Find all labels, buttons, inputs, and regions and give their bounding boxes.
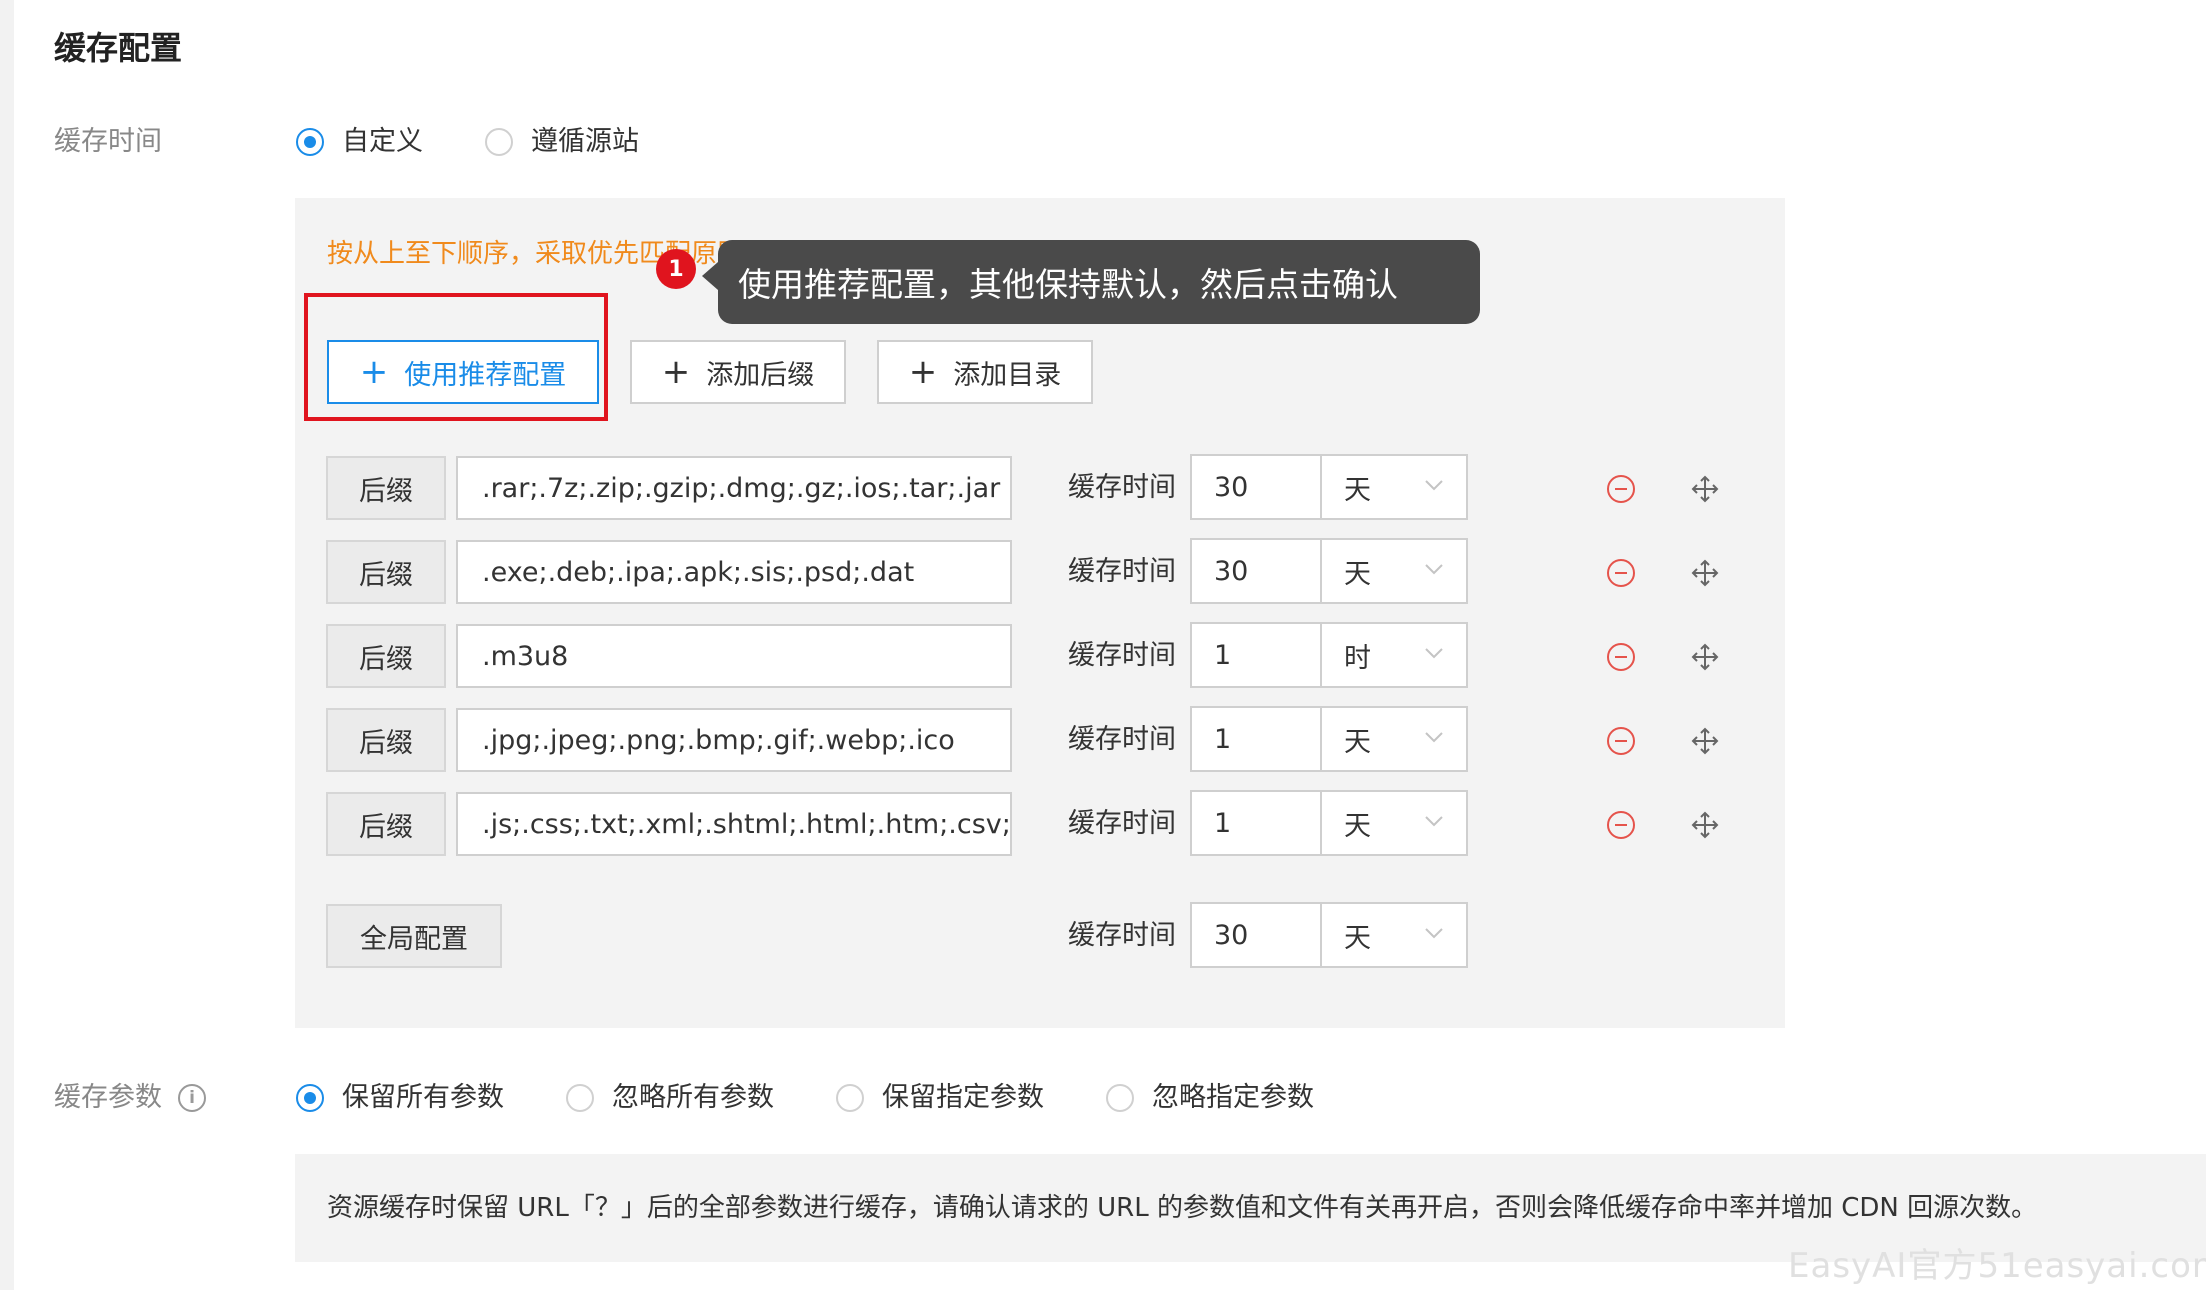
remove-circle-icon[interactable] — [1606, 810, 1636, 840]
cache-amount-input[interactable]: 1 — [1190, 790, 1322, 856]
guide-tooltip: 使用推荐配置，其他保持默认，然后点击确认 — [702, 240, 1480, 324]
radio-keep-specified-params[interactable]: 保留指定参数 — [836, 1078, 1044, 1118]
step-badge: 1 — [656, 249, 696, 289]
cache-unit-value: 天 — [1344, 810, 1371, 842]
remove-circle-icon[interactable] — [1606, 726, 1636, 756]
radio-ignore-specified-circle[interactable] — [1106, 1084, 1134, 1112]
cache-amount-input[interactable]: 1 — [1190, 706, 1322, 772]
rule-type-tag[interactable]: 后缀 — [326, 624, 446, 688]
rule-row: 后缀 .rar;.7z;.zip;.gzip;.dmg;.gz;.ios;.ta… — [326, 454, 1756, 522]
rule-time-label: 缓存时间 — [1068, 556, 1176, 587]
cache-unit-select[interactable]: 天 — [1320, 706, 1468, 772]
radio-custom-label: 自定义 — [342, 126, 423, 157]
global-time-label: 缓存时间 — [1068, 920, 1176, 951]
guide-tooltip-text: 使用推荐配置，其他保持默认，然后点击确认 — [738, 265, 1398, 304]
plus-icon: + — [908, 352, 938, 392]
cache-amount-input[interactable]: 30 — [1190, 538, 1322, 604]
chevron-down-icon — [1425, 732, 1443, 743]
move-handle-icon[interactable] — [1690, 474, 1720, 504]
plus-icon: + — [661, 352, 691, 392]
radio-follow-origin[interactable]: 遵循源站 — [485, 122, 639, 162]
cache-unit-select[interactable]: 时 — [1320, 622, 1468, 688]
left-edge-strip — [0, 0, 14, 1290]
move-handle-icon[interactable] — [1690, 810, 1720, 840]
params-description: 资源缓存时保留 URL「？」后的全部参数进行缓存，请确认请求的 URL 的参数值… — [327, 1193, 2038, 1223]
rule-time-label: 缓存时间 — [1068, 640, 1176, 671]
radio-keep-specified-circle[interactable] — [836, 1084, 864, 1112]
rule-row: 后缀 .exe;.deb;.ipa;.apk;.sis;.psd;.dat 缓存… — [326, 538, 1756, 606]
chevron-down-icon — [1425, 928, 1443, 939]
info-icon[interactable]: i — [178, 1084, 206, 1112]
radio-ignore-all-params[interactable]: 忽略所有参数 — [566, 1078, 774, 1118]
cache-params-label-group: 缓存参数 i — [54, 1078, 206, 1118]
radio-follow-origin-label: 遵循源站 — [531, 126, 639, 157]
cache-unit-value: 天 — [1344, 474, 1371, 506]
radio-custom-circle[interactable] — [296, 128, 324, 156]
radio-keep-specified-label: 保留指定参数 — [882, 1082, 1044, 1113]
suffix-input[interactable]: .js;.css;.txt;.xml;.shtml;.html;.htm;.cs… — [456, 792, 1012, 856]
chevron-down-icon — [1425, 648, 1443, 659]
watermark: EasyAI官方51easyai.com — [1788, 1246, 2206, 1286]
rule-type-tag[interactable]: 后缀 — [326, 456, 446, 520]
section-title: 缓存配置 — [54, 29, 183, 67]
highlight-box — [304, 293, 608, 421]
cache-unit-select[interactable]: 天 — [1320, 790, 1468, 856]
move-handle-icon[interactable] — [1690, 726, 1720, 756]
rule-time-label: 缓存时间 — [1068, 724, 1176, 755]
rule-time-label: 缓存时间 — [1068, 472, 1176, 503]
add-directory-label: 添加目录 — [953, 359, 1062, 391]
rule-row: 后缀 .jpg;.jpeg;.png;.bmp;.gif;.webp;.ico … — [326, 706, 1756, 774]
remove-circle-icon[interactable] — [1606, 474, 1636, 504]
cache-unit-select[interactable]: 天 — [1320, 454, 1468, 520]
global-config-button[interactable]: 全局配置 — [326, 904, 502, 968]
global-amount-input[interactable]: 30 — [1190, 902, 1322, 968]
rule-row: 后缀 .m3u8 缓存时间 1 时 — [326, 622, 1756, 690]
move-handle-icon[interactable] — [1690, 642, 1720, 672]
radio-ignore-specified-label: 忽略指定参数 — [1152, 1082, 1314, 1113]
global-config-row: 全局配置 缓存时间 30 天 — [326, 902, 1756, 970]
cache-time-radio-group: 自定义 遵循源站 — [296, 122, 701, 162]
rule-time-label: 缓存时间 — [1068, 808, 1176, 839]
cache-unit-value: 天 — [1344, 558, 1371, 590]
radio-keep-all-label: 保留所有参数 — [342, 1082, 504, 1113]
radio-custom[interactable]: 自定义 — [296, 122, 423, 162]
chevron-down-icon — [1425, 564, 1443, 575]
rule-type-tag[interactable]: 后缀 — [326, 540, 446, 604]
cache-params-label: 缓存参数 — [54, 1082, 162, 1113]
radio-ignore-all-label: 忽略所有参数 — [612, 1082, 774, 1113]
cache-unit-value: 天 — [1344, 726, 1371, 758]
suffix-input[interactable]: .jpg;.jpeg;.png;.bmp;.gif;.webp;.ico — [456, 708, 1012, 772]
cache-time-label: 缓存时间 — [54, 126, 162, 157]
radio-keep-all-circle[interactable] — [296, 1084, 324, 1112]
add-suffix-button[interactable]: + 添加后缀 — [630, 340, 846, 404]
suffix-input[interactable]: .m3u8 — [456, 624, 1012, 688]
global-unit-value: 天 — [1344, 922, 1371, 954]
add-suffix-label: 添加后缀 — [706, 359, 815, 391]
rule-type-tag[interactable]: 后缀 — [326, 708, 446, 772]
remove-circle-icon[interactable] — [1606, 642, 1636, 672]
radio-keep-all-params[interactable]: 保留所有参数 — [296, 1078, 504, 1118]
cache-params-radio-group: 保留所有参数 忽略所有参数 保留指定参数 忽略指定参数 — [296, 1078, 1376, 1118]
cache-unit-select[interactable]: 天 — [1320, 538, 1468, 604]
radio-follow-origin-circle[interactable] — [485, 128, 513, 156]
cache-amount-input[interactable]: 30 — [1190, 454, 1322, 520]
add-directory-button[interactable]: + 添加目录 — [877, 340, 1093, 404]
suffix-input[interactable]: .exe;.deb;.ipa;.apk;.sis;.psd;.dat — [456, 540, 1012, 604]
radio-ignore-specified-params[interactable]: 忽略指定参数 — [1106, 1078, 1314, 1118]
suffix-input[interactable]: .rar;.7z;.zip;.gzip;.dmg;.gz;.ios;.tar;.… — [456, 456, 1012, 520]
rule-type-tag[interactable]: 后缀 — [326, 792, 446, 856]
global-unit-select[interactable]: 天 — [1320, 902, 1468, 968]
remove-circle-icon[interactable] — [1606, 558, 1636, 588]
rule-row: 后缀 .js;.css;.txt;.xml;.shtml;.html;.htm;… — [326, 790, 1756, 858]
cache-amount-input[interactable]: 1 — [1190, 622, 1322, 688]
chevron-down-icon — [1425, 480, 1443, 491]
chevron-down-icon — [1425, 816, 1443, 827]
move-handle-icon[interactable] — [1690, 558, 1720, 588]
cache-unit-value: 时 — [1344, 642, 1371, 674]
radio-ignore-all-circle[interactable] — [566, 1084, 594, 1112]
